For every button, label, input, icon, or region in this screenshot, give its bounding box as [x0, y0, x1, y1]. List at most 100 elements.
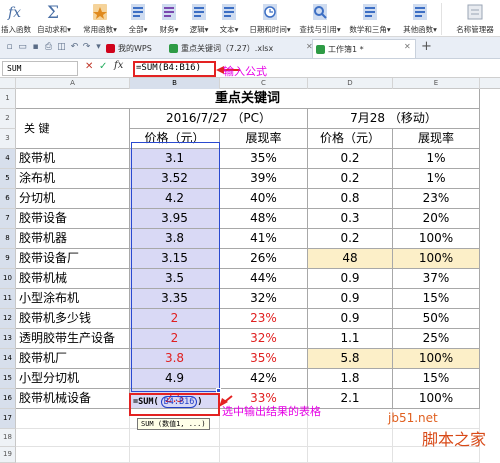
rate-pc-cell[interactable]: 40% [220, 189, 308, 209]
column-header-e[interactable]: E [393, 78, 480, 89]
price-mobile-cell[interactable]: 0.3 [308, 209, 393, 229]
row-header-15[interactable]: 15 [0, 369, 16, 389]
keyword-cell[interactable]: 胶带机械设备 [16, 389, 130, 409]
tab-workbook1[interactable]: 工作簿1 * [312, 39, 416, 58]
rate-pc-cell[interactable]: 26% [220, 249, 308, 269]
ribbon-button-clock[interactable]: 日期和时间▾ [245, 0, 295, 37]
ribbon-button-search[interactable]: 查找与引用▾ [295, 0, 345, 37]
rate-pc-cell[interactable]: 48% [220, 209, 308, 229]
price-mobile-cell[interactable]: 0.9 [308, 269, 393, 289]
ribbon-button-math[interactable]: 数学和三角▾ [345, 0, 395, 37]
rate-pc-cell[interactable]: 39% [220, 169, 308, 189]
ribbon-button-sigma[interactable]: Σ 自动求和▾ [32, 0, 76, 37]
rate-pc-cell[interactable]: 32% [220, 289, 308, 309]
rate-pc-cell[interactable]: 35% [220, 349, 308, 369]
rate-pc-cell[interactable]: 23% [220, 309, 308, 329]
column-header-c[interactable]: C [220, 78, 308, 89]
rate-mobile-cell[interactable]: 100% [393, 349, 480, 369]
price-mobile-cell[interactable]: 0.9 [308, 309, 393, 329]
row-header-7[interactable]: 7 [0, 209, 16, 229]
ribbon-button-star[interactable]: 常用函数▾ [78, 0, 122, 37]
price-mobile-cell[interactable]: 48 [308, 249, 393, 269]
keyword-cell[interactable]: 胶带机厂 [16, 349, 130, 369]
keyword-cell[interactable]: 胶带设备厂 [16, 249, 130, 269]
tab-my-wps[interactable]: 我的WPS [103, 39, 163, 58]
rate-mobile-cell[interactable]: 1% [393, 149, 480, 169]
column-header-d[interactable]: D [308, 78, 393, 89]
rate-mobile-cell[interactable]: 20% [393, 209, 480, 229]
keyword-cell[interactable]: 涂布机 [16, 169, 130, 189]
price-mobile-cell[interactable]: 1.1 [308, 329, 393, 349]
row-header-5[interactable]: 5 [0, 169, 16, 189]
cell-formula-editor[interactable]: =SUM(B4:B16) [133, 396, 202, 408]
keyword-cell[interactable]: 胶带机器 [16, 229, 130, 249]
empty-cell[interactable] [16, 409, 130, 429]
price-mobile-cell[interactable]: 5.8 [308, 349, 393, 369]
row-header-11[interactable]: 11 [0, 289, 16, 309]
empty-cell[interactable] [130, 429, 220, 447]
tab-keyword-file[interactable]: 重点关键词（7.27）.xlsx [166, 39, 304, 58]
rate-mobile-cell[interactable]: 15% [393, 289, 480, 309]
rate-pc-cell[interactable]: 44% [220, 269, 308, 289]
column-header-a[interactable]: A [16, 78, 130, 89]
empty-cell[interactable] [308, 447, 393, 463]
rate-mobile-cell[interactable]: 100% [393, 229, 480, 249]
row-header-19[interactable]: 19 [0, 447, 16, 463]
empty-cell[interactable] [220, 429, 308, 447]
rate-pc-cell[interactable]: 42% [220, 369, 308, 389]
row-header-2[interactable]: 2 [0, 109, 16, 129]
ribbon-button-finance[interactable]: 财务▾ [154, 0, 184, 37]
cancel-icon[interactable]: ✕ [85, 61, 93, 72]
undo-icon[interactable]: ↶ [69, 42, 80, 53]
new-tab-icon[interactable]: + [421, 39, 432, 54]
rate-mobile-cell[interactable]: 23% [393, 189, 480, 209]
price-mobile-cell[interactable]: 0.2 [308, 149, 393, 169]
row-header-16[interactable]: 16 [0, 389, 16, 409]
keyword-cell[interactable]: 胶带机 [16, 149, 130, 169]
empty-cell[interactable] [16, 447, 130, 463]
select-all-corner[interactable] [0, 78, 16, 89]
keyword-cell[interactable]: 小型分切机 [16, 369, 130, 389]
row-header-17[interactable]: 17 [0, 409, 16, 429]
row-header-13[interactable]: 13 [0, 329, 16, 349]
rate-header[interactable]: 展现率 [220, 129, 308, 149]
row-header-18[interactable]: 18 [0, 429, 16, 447]
rate-mobile-cell[interactable]: 100% [393, 389, 480, 409]
empty-cell[interactable] [16, 429, 130, 447]
rate-mobile-cell[interactable]: 37% [393, 269, 480, 289]
price-mobile-cell[interactable]: 0.8 [308, 189, 393, 209]
rate-header[interactable]: 展现率 [393, 129, 480, 149]
row-header-4[interactable]: 4 [0, 149, 16, 169]
rate-mobile-cell[interactable]: 1% [393, 169, 480, 189]
redo-icon[interactable]: ↷ [81, 42, 92, 53]
preview-icon[interactable]: ◫ [56, 42, 67, 53]
date-header-pc[interactable]: 2016/7/27 （PC） [130, 109, 308, 129]
row-header-12[interactable]: 12 [0, 309, 16, 329]
date-header-mobile[interactable]: 7月28 （移动） [308, 109, 480, 129]
open-folder-icon[interactable]: ▭ [17, 42, 28, 53]
rate-mobile-cell[interactable]: 25% [393, 329, 480, 349]
keyword-cell[interactable]: 胶带机械 [16, 269, 130, 289]
keyword-cell[interactable]: 小型涂布机 [16, 289, 130, 309]
ribbon-button-fx[interactable]: fx 插入函数 [0, 0, 32, 37]
rate-mobile-cell[interactable]: 100% [393, 249, 480, 269]
rate-pc-cell[interactable]: 32% [220, 329, 308, 349]
price-mobile-cell[interactable]: 0.9 [308, 289, 393, 309]
keyword-cell[interactable]: 胶带机多少钱 [16, 309, 130, 329]
confirm-icon[interactable]: ✓ [99, 61, 107, 72]
row-header-3[interactable]: 3 [0, 129, 16, 149]
ribbon-button-logic[interactable]: 逻辑▾ [184, 0, 214, 37]
keyword-header[interactable]: 关 键 [16, 109, 130, 149]
keyword-cell[interactable]: 胶带设备 [16, 209, 130, 229]
new-doc-icon[interactable]: ▫ [4, 42, 15, 53]
keyword-cell[interactable]: 分切机 [16, 189, 130, 209]
keyword-cell[interactable]: 透明胶带生产设备 [16, 329, 130, 349]
ribbon-button-more[interactable]: 其他函数▾ [395, 0, 445, 37]
row-header-14[interactable]: 14 [0, 349, 16, 369]
rate-mobile-cell[interactable]: 15% [393, 369, 480, 389]
price-mobile-cell[interactable]: 0.2 [308, 229, 393, 249]
ribbon-button-name-manager[interactable]: 名称管理器 [450, 0, 500, 37]
rate-pc-cell[interactable]: 35% [220, 149, 308, 169]
ribbon-button-text[interactable]: 文本▾ [214, 0, 244, 37]
row-header-6[interactable]: 6 [0, 189, 16, 209]
